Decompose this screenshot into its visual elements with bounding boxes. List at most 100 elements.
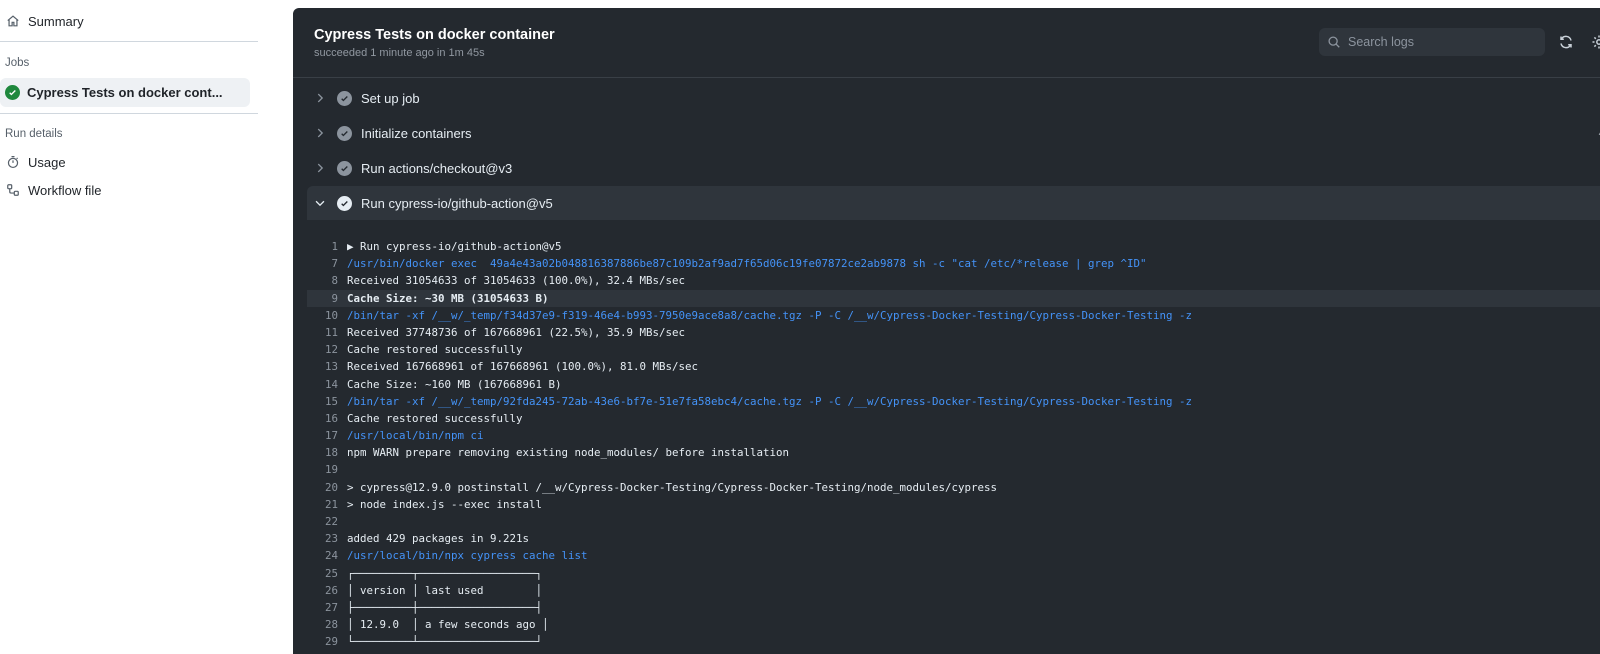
- log-line: 15/bin/tar -xf /__w/_temp/92fda245-72ab-…: [307, 393, 1600, 410]
- refresh-icon[interactable]: [1558, 34, 1574, 50]
- log-line-text: npm WARN prepare removing existing node_…: [347, 446, 790, 460]
- success-check-icon: [5, 85, 20, 100]
- job-log-panel: Cypress Tests on docker container succee…: [293, 8, 1600, 654]
- step-initialize-containers[interactable]: Initialize containers 41s: [307, 116, 1600, 150]
- check-circle-icon: [337, 90, 352, 106]
- log-line-text: │ version │ last used │: [347, 583, 543, 597]
- log-line-number[interactable]: 26: [307, 582, 347, 599]
- log-line-text: /usr/bin/docker exec 49a4e43a02b04881638…: [347, 257, 1147, 271]
- divider: [0, 41, 258, 42]
- workflow-icon: [6, 183, 20, 197]
- log-line: 16 Cache restored successfully: [307, 410, 1600, 427]
- job-title: Cypress Tests on docker container: [314, 27, 555, 43]
- log-line: 20 > cypress@12.9.0 postinstall /__w/Cypr…: [307, 479, 1600, 496]
- step-run-cypress-action[interactable]: Run cypress-io/github-action@v5 54s: [307, 186, 1600, 220]
- step-run-checkout[interactable]: Run actions/checkout@v3 6s: [307, 151, 1600, 185]
- divider: [0, 113, 258, 114]
- log-line-text: Received 31054633 of 31054633 (100.0%), …: [347, 274, 686, 288]
- log-line-text: Cache restored successfully: [347, 343, 523, 357]
- step-set-up-job[interactable]: Set up job 2s: [307, 81, 1600, 115]
- log-line-number[interactable]: 24: [307, 547, 347, 564]
- log-line: 10/bin/tar -xf /__w/_temp/f34d37e9-f319-…: [307, 307, 1600, 324]
- log-line-text: ┌─────────┬──────────────────┐: [347, 566, 543, 580]
- log-line-text: /bin/tar -xf /__w/_temp/92fda245-72ab-43…: [347, 394, 1193, 408]
- chevron-right-icon: [313, 126, 327, 140]
- log-line-number[interactable]: 9: [307, 290, 347, 307]
- log-line-number[interactable]: 15: [307, 393, 347, 410]
- chevron-down-icon: [313, 196, 327, 210]
- log-line: 17/usr/local/bin/npm ci: [307, 427, 1600, 444]
- log-line: 24/usr/local/bin/npx cypress cache list: [307, 547, 1600, 564]
- log-line: 19: [307, 461, 1600, 478]
- log-line-text: added 429 packages in 9.221s: [347, 532, 530, 546]
- log-line-number[interactable]: 16: [307, 410, 347, 427]
- log-line-text: Cache Size: ~160 MB (167668961 B): [347, 377, 562, 391]
- log-line-number[interactable]: 10: [307, 307, 347, 324]
- log-line-number[interactable]: 28: [307, 616, 347, 633]
- sidebar-item-usage[interactable]: Usage: [0, 148, 66, 176]
- log-line: 14 Cache Size: ~160 MB (167668961 B): [307, 376, 1600, 393]
- log-line-text: ▶ Run cypress-io/github-action@v5: [347, 240, 562, 253]
- log-line: 25 ┌─────────┬──────────────────┐: [307, 565, 1600, 582]
- log-line-number[interactable]: 17: [307, 427, 347, 444]
- log-line-text: /usr/local/bin/npm ci: [347, 429, 484, 443]
- log-line-number[interactable]: 8: [307, 272, 347, 289]
- job-header: Cypress Tests on docker container succee…: [293, 8, 1600, 78]
- step-label: Run actions/checkout@v3: [361, 160, 513, 176]
- log-line-number[interactable]: 29: [307, 633, 347, 650]
- log-line-number[interactable]: 1: [307, 238, 347, 255]
- log-line-number[interactable]: 13: [307, 358, 347, 375]
- step-label: Initialize containers: [361, 125, 472, 141]
- log-output: 1 ▶ Run cypress-io/github-action@v5 7/usr/…: [307, 238, 1600, 651]
- job-label: Cypress Tests on docker cont...: [27, 85, 223, 100]
- step-label: Set up job: [361, 90, 420, 106]
- log-line-number[interactable]: 25: [307, 565, 347, 582]
- log-line: 8 Received 31054633 of 31054633 (100.0%),…: [307, 272, 1600, 289]
- sidebar-item-job[interactable]: Cypress Tests on docker cont...: [0, 78, 250, 107]
- log-line-text: └─────────┴──────────────────┘: [347, 635, 543, 649]
- log-line-number[interactable]: 21: [307, 496, 347, 513]
- log-line-text: > cypress@12.9.0 postinstall /__w/Cypres…: [347, 480, 998, 494]
- log-line-number[interactable]: 19: [307, 461, 347, 478]
- gear-icon[interactable]: [1591, 34, 1600, 50]
- log-line-number[interactable]: 14: [307, 376, 347, 393]
- sidebar-item-label: Workflow file: [28, 182, 102, 198]
- search-logs-input[interactable]: [1348, 35, 1528, 49]
- log-line-number[interactable]: 22: [307, 513, 347, 530]
- check-circle-icon: [337, 125, 352, 141]
- log-line-text: /usr/local/bin/npx cypress cache list: [347, 549, 588, 563]
- sidebar-item-workflow-file[interactable]: Workflow file: [0, 176, 101, 204]
- log-line: 18 npm WARN prepare removing existing nod…: [307, 444, 1600, 461]
- log-line-text: /bin/tar -xf /__w/_temp/f34d37e9-f319-46…: [347, 308, 1193, 322]
- log-line-text: ├─────────┼──────────────────┤: [347, 600, 543, 614]
- log-line: 23 added 429 packages in 9.221s: [307, 530, 1600, 547]
- log-line-number[interactable]: 12: [307, 341, 347, 358]
- log-line-number[interactable]: 27: [307, 599, 347, 616]
- jobs-heading: Jobs: [5, 57, 30, 69]
- log-line: 9 Cache Size: ~30 MB (31054633 B): [307, 289, 1600, 307]
- step-label: Run cypress-io/github-action@v5: [361, 195, 553, 211]
- sidebar: Summary Jobs Cypress Tests on docker con…: [0, 0, 260, 654]
- log-line-number[interactable]: 20: [307, 479, 347, 496]
- sidebar-item-summary[interactable]: Summary: [0, 7, 84, 35]
- stopwatch-icon: [6, 155, 20, 169]
- home-icon: [6, 14, 20, 28]
- run-details-heading: Run details: [5, 128, 63, 140]
- search-icon: [1327, 35, 1341, 49]
- log-line: 28 │ 12.9.0 │ a few seconds ago │: [307, 616, 1600, 633]
- log-line-text: Received 167668961 of 167668961 (100.0%)…: [347, 360, 699, 374]
- log-line: 27 ├─────────┼──────────────────┤: [307, 599, 1600, 616]
- log-line-number[interactable]: 11: [307, 324, 347, 341]
- chevron-right-icon: [313, 161, 327, 175]
- log-line-number[interactable]: 18: [307, 444, 347, 461]
- log-line: 26 │ version │ last used │: [307, 582, 1600, 599]
- log-line: 22: [307, 513, 1600, 530]
- log-line-text: │ 12.9.0 │ a few seconds ago │: [347, 618, 549, 632]
- log-line-number[interactable]: 7: [307, 255, 347, 272]
- log-line-number[interactable]: 23: [307, 530, 347, 547]
- search-logs[interactable]: [1319, 28, 1545, 56]
- log-line: 29 └─────────┴──────────────────┘: [307, 633, 1600, 650]
- log-line-text: Cache restored successfully: [347, 411, 523, 425]
- sidebar-item-label: Usage: [28, 154, 66, 170]
- check-circle-icon: [337, 160, 352, 176]
